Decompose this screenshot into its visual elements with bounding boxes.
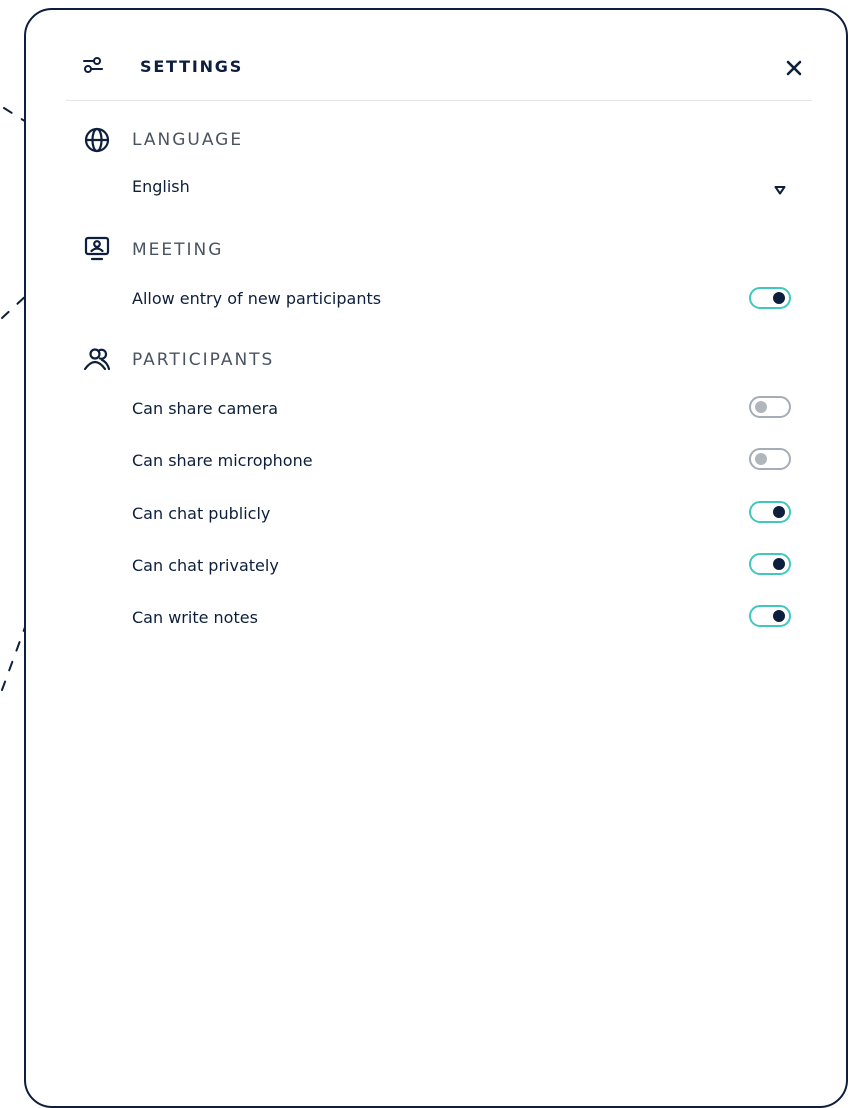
- close-icon[interactable]: [782, 56, 806, 80]
- chat-publicly-toggle[interactable]: [749, 501, 791, 523]
- globe-icon: [84, 127, 110, 153]
- allow-entry-label: Allow entry of new participants: [132, 289, 382, 308]
- participant-setting-label: Can share camera: [132, 399, 279, 418]
- settings-panel: SETTINGS LANGUAGE English MEETING Allow …: [24, 8, 848, 1108]
- participant-setting-label: Can chat publicly: [132, 504, 271, 523]
- share-camera-toggle[interactable]: [749, 396, 791, 418]
- presentation-user-icon: [84, 236, 110, 261]
- chevron-down-icon[interactable]: [774, 185, 786, 195]
- allow-entry-toggle[interactable]: [749, 287, 791, 309]
- toggle-knob: [755, 453, 767, 465]
- toggle-knob: [773, 558, 785, 570]
- share-microphone-toggle[interactable]: [749, 448, 791, 470]
- section-title-language: LANGUAGE: [132, 130, 244, 150]
- toggle-knob: [773, 506, 785, 518]
- participant-setting-label: Can chat privately: [132, 556, 279, 575]
- chat-privately-toggle[interactable]: [749, 553, 791, 575]
- participant-setting-label: Can write notes: [132, 608, 258, 627]
- page-title: SETTINGS: [140, 57, 244, 76]
- users-icon: [83, 348, 111, 371]
- toggle-knob: [755, 401, 767, 413]
- toggle-knob: [773, 292, 785, 304]
- sliders-icon: [83, 57, 103, 73]
- write-notes-toggle[interactable]: [749, 605, 791, 627]
- toggle-knob: [773, 610, 785, 622]
- participant-setting-label: Can share microphone: [132, 451, 313, 470]
- section-title-meeting: MEETING: [132, 240, 224, 260]
- section-title-participants: PARTICIPANTS: [132, 350, 275, 370]
- language-select-value[interactable]: English: [132, 177, 190, 196]
- settings-header: SETTINGS: [66, 10, 812, 101]
